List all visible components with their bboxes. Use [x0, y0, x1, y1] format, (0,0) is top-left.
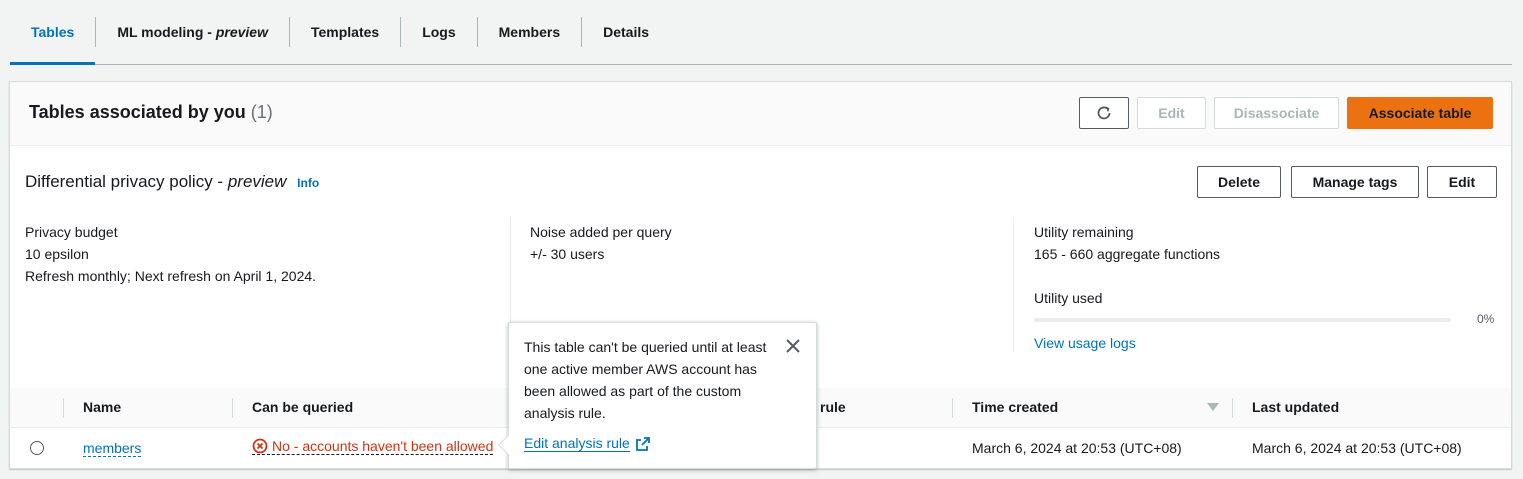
- utility-column: Utility remaining 165 - 660 aggregate fu…: [1034, 221, 1220, 265]
- column-header-name[interactable]: Name: [83, 399, 121, 415]
- edit-analysis-rule-text: Edit analysis rule: [524, 435, 630, 452]
- tab-tables-label: Tables: [31, 24, 75, 40]
- utility-progress-bar: [1034, 318, 1451, 322]
- can-be-queried-status[interactable]: No - accounts haven't been allowed: [252, 438, 494, 455]
- row-select-radio[interactable]: [30, 441, 44, 455]
- noise-column: Noise added per query +/- 30 users: [530, 221, 672, 265]
- container-title-text: Tables associated by you: [29, 102, 246, 122]
- tab-ml-modeling-preview: preview: [215, 24, 268, 40]
- policy-edit-button[interactable]: Edit: [1427, 166, 1497, 198]
- time-created-cell: March 6, 2024 at 20:53 (UTC+08): [972, 440, 1182, 456]
- tab-logs-label: Logs: [422, 24, 456, 40]
- delete-button[interactable]: Delete: [1197, 166, 1281, 198]
- tab-details-label: Details: [603, 24, 650, 40]
- info-link[interactable]: Info: [297, 176, 319, 190]
- policy-title: Differential privacy policy - preview In…: [25, 172, 319, 192]
- column-divider: [1013, 217, 1014, 352]
- tab-templates[interactable]: Templates: [290, 0, 400, 64]
- column-divider: [1232, 398, 1233, 418]
- manage-tags-button[interactable]: Manage tags: [1291, 166, 1419, 198]
- column-header-time-created[interactable]: Time created: [972, 399, 1058, 415]
- view-usage-logs-link[interactable]: View usage logs: [1034, 332, 1136, 354]
- tab-bar: Tables ML modeling - preview Templates L…: [10, 0, 1512, 65]
- close-icon[interactable]: [784, 337, 802, 355]
- container-count: (1): [250, 102, 273, 122]
- tab-members[interactable]: Members: [478, 0, 581, 64]
- privacy-budget-column: Privacy budget 10 epsilon Refresh monthl…: [25, 221, 316, 287]
- tab-tables[interactable]: Tables: [10, 0, 96, 65]
- edit-button-disabled[interactable]: Edit: [1137, 97, 1206, 129]
- privacy-budget-value: 10 epsilon: [25, 246, 89, 262]
- utility-used-percent: 0%: [1477, 312, 1495, 326]
- privacy-budget-label: Privacy budget: [25, 224, 118, 240]
- utility-remaining-value: 165 - 660 aggregate functions: [1034, 246, 1221, 262]
- privacy-budget-refresh: Refresh monthly; Next refresh on April 1…: [25, 268, 317, 284]
- utility-used-label: Utility used: [1034, 290, 1103, 306]
- external-link-icon: [635, 436, 650, 451]
- associate-table-button[interactable]: Associate table: [1347, 97, 1493, 129]
- tab-ml-modeling[interactable]: ML modeling - preview: [96, 0, 289, 64]
- container-title: Tables associated by you (1): [29, 102, 273, 123]
- policy-title-text: Differential privacy policy -: [25, 172, 228, 191]
- tab-ml-modeling-label: ML modeling -: [117, 24, 216, 40]
- column-divider: [952, 398, 953, 418]
- column-divider: [63, 398, 64, 418]
- column-header-can-be-queried[interactable]: Can be queried: [252, 399, 353, 415]
- tab-members-label: Members: [498, 24, 561, 40]
- refresh-icon: [1097, 106, 1111, 120]
- tab-details[interactable]: Details: [582, 0, 670, 64]
- noise-value: +/- 30 users: [530, 246, 605, 262]
- column-header-rule[interactable]: rule: [820, 399, 846, 415]
- column-header-last-updated[interactable]: Last updated: [1252, 399, 1339, 415]
- error-icon: [252, 438, 268, 454]
- sort-descending-icon[interactable]: [1207, 403, 1219, 411]
- can-be-queried-text: No - accounts haven't been allowed: [272, 438, 494, 454]
- refresh-button[interactable]: [1079, 97, 1129, 129]
- popover-text: This table can't be queried until at lea…: [524, 339, 767, 421]
- edit-analysis-rule-link[interactable]: Edit analysis rule: [524, 435, 651, 452]
- noise-label: Noise added per query: [530, 224, 672, 240]
- disassociate-button[interactable]: Disassociate: [1214, 97, 1339, 129]
- policy-title-preview: preview: [227, 172, 287, 191]
- status-popover: This table can't be queried until at lea…: [498, 322, 817, 469]
- last-updated-cell: March 6, 2024 at 20:53 (UTC+08): [1252, 440, 1462, 456]
- column-divider: [232, 398, 233, 418]
- table-name-link[interactable]: members: [83, 440, 142, 457]
- tab-logs[interactable]: Logs: [401, 0, 476, 64]
- utility-remaining-label: Utility remaining: [1034, 224, 1134, 240]
- tab-templates-label: Templates: [310, 24, 380, 40]
- container-header: Tables associated by you (1) Edit Disass…: [10, 82, 1511, 146]
